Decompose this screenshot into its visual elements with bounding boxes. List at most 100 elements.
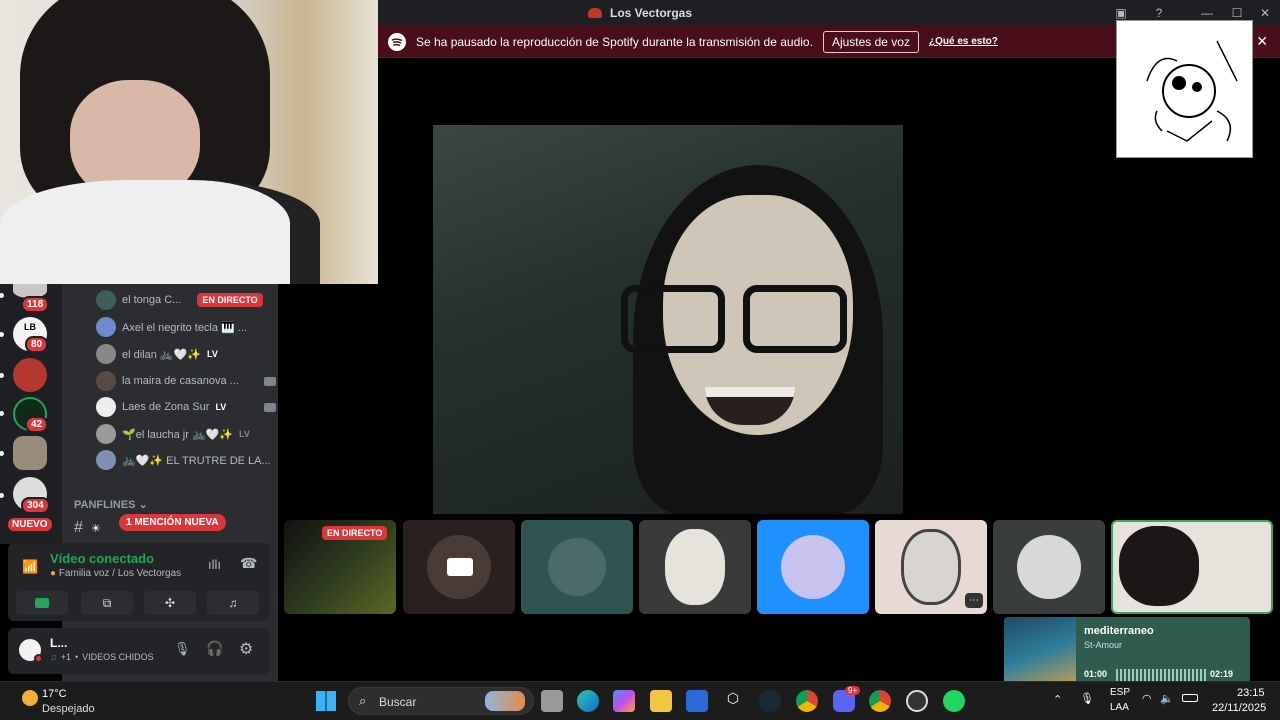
server-icon-red[interactable] (13, 358, 47, 392)
more-options-icon[interactable]: ⋯ (965, 593, 983, 608)
lv-tag: LV (239, 429, 250, 439)
status-dot (34, 654, 43, 663)
camera-toggle-button[interactable] (16, 591, 68, 615)
voice-user-row[interactable]: 🚲🤍✨ EL TRUTRE DE LA... (96, 450, 276, 470)
store-icon[interactable] (686, 690, 708, 712)
glasses (621, 285, 849, 355)
participant-tile[interactable] (757, 520, 869, 614)
close-button[interactable]: ✕ (1250, 0, 1280, 26)
voice-user-row[interactable]: Axel el negrito tecla 🎹 ... (96, 317, 276, 337)
screen-share-button[interactable]: ⧉ (81, 591, 133, 615)
voice-channel-path[interactable]: ● Familia voz / Los Vectorgas (50, 568, 181, 579)
sun-icon: ☀ (90, 522, 101, 535)
app-icon[interactable]: ⬡ (722, 690, 744, 712)
participant-tile-stream[interactable]: EN DIRECTO (284, 520, 396, 614)
category-header[interactable]: PANFLINES ⌄ (74, 498, 148, 511)
camera-icon (264, 402, 276, 412)
text-channel-row[interactable]: # ☀ (74, 518, 101, 538)
avatar (781, 535, 845, 599)
windows-taskbar: 17°C Despejado ⌕ Buscar ⬡ 9+ ⌃ 🎙 ESP LAA… (0, 681, 1280, 720)
noise-suppression-icon[interactable]: ıllı (208, 557, 221, 572)
chrome-icon[interactable] (796, 690, 818, 712)
elapsed-time: 01:00 (1084, 669, 1108, 679)
task-view-icon[interactable] (541, 690, 563, 712)
windows-start-icon[interactable] (316, 691, 336, 711)
streamer-shirt (0, 180, 320, 284)
participant-tile[interactable] (993, 520, 1105, 614)
voice-user-name: 🌱el laucha jr 🚲🤍✨ (122, 428, 234, 441)
avatar (96, 424, 116, 444)
participant-tile-self[interactable] (1111, 520, 1273, 614)
edge-icon[interactable] (577, 690, 599, 712)
soundboard-button[interactable]: ♫ (207, 591, 259, 615)
new-mention-badge[interactable]: 1 MENCIÓN NUEVA (119, 514, 226, 531)
tray-chevron-icon[interactable]: ⌃ (1053, 693, 1062, 706)
avatar (901, 529, 961, 605)
gear-icon[interactable]: ⚙ (239, 639, 253, 659)
screen-share-icon: ⧉ (102, 595, 112, 610)
voice-status[interactable]: Vídeo conectado (50, 551, 154, 566)
clock-time[interactable]: 23:15 (1237, 687, 1265, 699)
live-badge: EN DIRECTO (322, 526, 388, 540)
microphone-tray-icon[interactable]: 🎙 (1080, 692, 1094, 705)
language-bottom[interactable]: LAA (1110, 702, 1129, 713)
clock-date[interactable]: 22/11/2025 (1212, 702, 1266, 714)
unread-pip (0, 332, 4, 337)
username[interactable]: L... (50, 636, 67, 650)
lv-tag: LV (215, 402, 227, 412)
avatar (96, 317, 116, 337)
voice-user-row[interactable]: 🌱el laucha jr 🚲🤍✨ LV (96, 424, 276, 444)
search-box[interactable]: ⌕ Buscar (348, 687, 534, 715)
chrome-profile-icon[interactable] (869, 690, 891, 712)
voice-user-name: el tonga C... (122, 294, 182, 306)
user-panel: L... ♫ +1 • VIDEOS CHIDOS 🎙 🎧 ⚙ (8, 628, 270, 674)
voice-user-row[interactable]: Laes de Zona Sur LV (96, 397, 276, 417)
self-video-hair (1119, 526, 1199, 606)
unread-pip (0, 451, 4, 456)
lv-tag: LV (207, 349, 218, 359)
disconnect-icon[interactable]: ☎ (240, 555, 257, 572)
headphones-icon[interactable]: 🎧 (206, 640, 223, 657)
voice-user-row[interactable]: el tonga C... EN DIRECTO (96, 290, 276, 310)
unread-badge: 304 (21, 497, 50, 514)
avatar (96, 290, 116, 310)
spotify-icon (388, 32, 406, 51)
track-artist: St-Amour (1084, 640, 1123, 650)
spotify-icon[interactable] (943, 690, 965, 712)
voice-user-name: el dilan 🚲🤍✨ (122, 348, 202, 361)
battery-icon[interactable] (1182, 694, 1198, 702)
live-badge: EN DIRECTO (197, 293, 263, 307)
focused-video-stream[interactable] (433, 125, 903, 514)
activities-icon: ✣ (164, 596, 176, 610)
volume-icon[interactable]: 🔈 (1160, 692, 1174, 705)
voice-user-row[interactable]: la maira de casanova ... (96, 371, 276, 391)
popout-stream-preview[interactable] (1116, 20, 1253, 158)
activities-button[interactable]: ✣ (144, 591, 196, 615)
participant-tile[interactable] (521, 520, 633, 614)
server-icon (587, 8, 602, 18)
new-badge[interactable]: NUEVO (6, 516, 54, 533)
camera-icon (35, 598, 49, 608)
what-is-this-link[interactable]: ¿Qué es esto? (929, 36, 998, 47)
microphone-icon[interactable]: 🎙 (174, 641, 191, 657)
avatar (545, 535, 609, 599)
unread-pip (0, 373, 4, 378)
file-explorer-icon[interactable] (650, 690, 672, 712)
obs-icon[interactable] (906, 690, 928, 712)
channel-sidebar: el tonga C... EN DIRECTO Axel el negrito… (62, 284, 278, 681)
participant-tile[interactable] (403, 520, 515, 614)
voice-settings-button[interactable]: Ajustes de voz (822, 30, 919, 53)
server-icon-figure[interactable] (13, 436, 47, 470)
duration-time: 02:19 (1210, 669, 1234, 679)
spotify-now-playing[interactable]: mediterraneo St-Amour 01:00 02:19 (1004, 617, 1250, 681)
discord-notification-badge: 9+ (845, 686, 861, 695)
steam-icon[interactable] (759, 690, 781, 712)
language-top[interactable]: ESP (1110, 687, 1130, 698)
copilot-icon[interactable] (613, 690, 635, 712)
participant-tile[interactable] (639, 520, 751, 614)
participant-tile[interactable]: ⋯ (875, 520, 987, 614)
wifi-icon[interactable]: ◠ (1142, 692, 1152, 705)
voice-user-row[interactable]: el dilan 🚲🤍✨ LV (96, 344, 276, 364)
discord-window: Los Vectorgas ▣ ? — ☐ ✕ Se ha pausado la… (0, 0, 1280, 681)
banner-close-icon[interactable]: ✕ (1256, 33, 1268, 50)
